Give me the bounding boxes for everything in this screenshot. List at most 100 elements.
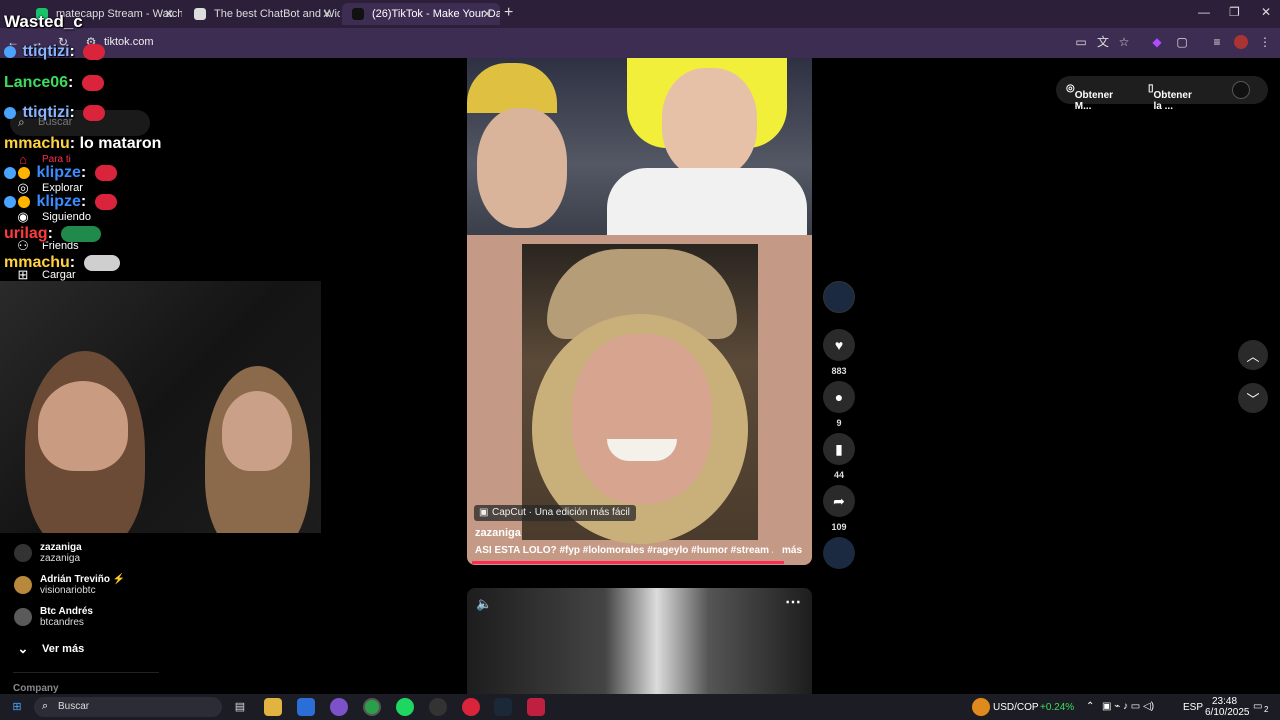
app-icon[interactable] [462, 698, 480, 716]
clock-time[interactable]: 23:48 [1212, 696, 1237, 707]
address-bar: ← → ↻ ⚙ tiktok.com ▭ 文 ☆ ◆ ▢ ≡ ⋮ [0, 28, 1280, 58]
video-author[interactable]: zazaniga [475, 527, 521, 539]
profile-icon[interactable] [1232, 81, 1250, 99]
tab-tiktok[interactable]: (26)TikTok - Make Your Day ✕ [342, 3, 500, 25]
taskbar-search[interactable]: ⌕ Buscar [34, 697, 222, 717]
get-app-bar: ◎ Obtener M... ▯ Obtener la ... [1056, 76, 1268, 112]
bookmark-icon: ▮ [835, 440, 843, 457]
discord-icon[interactable] [330, 698, 348, 716]
search-icon: ⌕ [42, 700, 49, 712]
see-more-button[interactable]: ⌄ Ver más [14, 640, 85, 658]
webcam-overlay [0, 281, 321, 533]
chat-username: klipze [36, 164, 81, 181]
previous-video-button[interactable]: ︿ [1238, 340, 1268, 370]
heart-icon: ♥ [834, 337, 844, 353]
menu-icon[interactable]: ⋮ [1258, 35, 1272, 49]
comment-button[interactable]: ● [823, 381, 855, 413]
chat-message: mmachu: lo mataron [4, 135, 161, 153]
notification-count: 2 [1264, 705, 1269, 714]
tray-icons[interactable]: ▣ ⌁ ♪ ▭ ◁) [1102, 701, 1154, 712]
previous-video[interactable] [467, 58, 812, 235]
avatar [14, 608, 32, 626]
face-left [477, 108, 567, 228]
progress-bar[interactable] [472, 561, 784, 564]
ticker-label[interactable]: USD/COP [993, 702, 1039, 713]
account-item[interactable]: zazaniga zazaniga [14, 542, 82, 564]
volume-icon[interactable]: 🔈 [476, 596, 492, 612]
app-icon[interactable] [527, 698, 545, 716]
more-button[interactable]: más [782, 545, 802, 556]
chevron-down-icon: ﹀ [1246, 391, 1260, 407]
save-button[interactable]: ▮ [823, 433, 855, 465]
crown-icon [18, 166, 30, 179]
clock-date[interactable]: 6/10/2025 [1205, 707, 1250, 718]
account-item[interactable]: Adrián Treviño ⚡ visionariobtc [14, 574, 125, 596]
profile-avatar[interactable] [1234, 35, 1248, 49]
get-app-button[interactable]: ▯ Obtener la ... [1148, 83, 1192, 112]
account-name: zazaniga [40, 542, 82, 553]
emote-icon [81, 74, 104, 91]
extension-icon[interactable]: ◆ [1150, 35, 1164, 49]
tab-chatbot[interactable]: The best ChatBot and Widgets ✕ [184, 3, 340, 25]
chat-username: mmachu [4, 254, 70, 271]
new-tab-button[interactable]: + [504, 4, 513, 22]
extensions-icon[interactable]: ▢ [1175, 35, 1189, 49]
crown-icon [18, 195, 30, 208]
account-item[interactable]: Btc Andrés btcandres [14, 606, 93, 628]
maximize-button[interactable]: ❐ [1229, 5, 1240, 19]
more-options-icon[interactable]: ⋯ [785, 592, 801, 612]
store-icon[interactable] [297, 698, 315, 716]
url-field[interactable]: tiktok.com [104, 36, 154, 48]
notification-icon[interactable]: ▭ [1253, 701, 1262, 712]
chevron-up-icon[interactable]: ⌃ [1086, 701, 1094, 712]
emote-icon [83, 254, 120, 271]
chat-message: Wasted_c [4, 12, 83, 32]
spotify-icon[interactable] [396, 698, 414, 716]
see-more-label: Ver más [42, 643, 85, 655]
close-window-button[interactable]: ✕ [1261, 5, 1271, 19]
music-disc[interactable] [823, 537, 855, 569]
badge-icon [4, 45, 16, 58]
capcut-badge[interactable]: ▣ CapCut · Una edición más fácil [474, 505, 636, 521]
creator-avatar[interactable] [823, 281, 855, 313]
share-icon: ➦ [833, 492, 845, 509]
get-mobile-button[interactable]: ◎ Obtener M... [1066, 83, 1113, 112]
cast-icon[interactable]: ▭ [1074, 35, 1088, 49]
language-indicator[interactable]: ESP [1183, 702, 1203, 713]
chat-text: : [69, 254, 76, 271]
like-button[interactable]: ♥ [823, 329, 855, 361]
task-view-icon[interactable]: ▤ [231, 698, 249, 716]
chrome-icon[interactable] [363, 698, 381, 716]
chat-message: klipze: [4, 164, 117, 182]
steam-icon[interactable] [494, 698, 512, 716]
minimize-button[interactable]: — [1198, 5, 1210, 19]
next-video-button[interactable]: ﹀ [1238, 383, 1268, 413]
next-video[interactable]: 🔈 ⋯ [467, 588, 812, 698]
windows-start-icon[interactable]: ⊞ [8, 698, 26, 716]
account-username: btcandres [40, 617, 84, 628]
current-video[interactable]: ▣ CapCut · Una edición más fácil zazanig… [467, 235, 812, 565]
guest-face [222, 391, 292, 471]
close-tab-icon[interactable]: ✕ [322, 3, 332, 25]
company-link[interactable]: Company [13, 683, 59, 694]
chat-username: urilag [4, 225, 48, 242]
emote-icon [83, 104, 106, 121]
share-button[interactable]: ➦ [823, 485, 855, 517]
translate-icon[interactable]: 文 [1096, 35, 1110, 49]
obs-icon[interactable] [429, 698, 447, 716]
emote-icon [94, 164, 117, 181]
media-icon[interactable]: ≡ [1210, 35, 1224, 49]
account-username: visionariobtc [40, 585, 96, 596]
smile [607, 439, 677, 461]
file-explorer-icon[interactable] [264, 698, 282, 716]
emote-icon [83, 43, 106, 60]
bookmark-star-icon[interactable]: ☆ [1117, 35, 1131, 49]
avatar [14, 544, 32, 562]
account-name: Adrián Treviño ⚡ [40, 574, 126, 585]
close-tab-icon[interactable]: ✕ [482, 3, 492, 25]
chevron-down-icon: ⌄ [17, 641, 29, 656]
badge-icon [4, 195, 16, 208]
divider [13, 672, 159, 673]
face-right [662, 68, 757, 178]
close-tab-icon[interactable]: ✕ [164, 3, 174, 25]
